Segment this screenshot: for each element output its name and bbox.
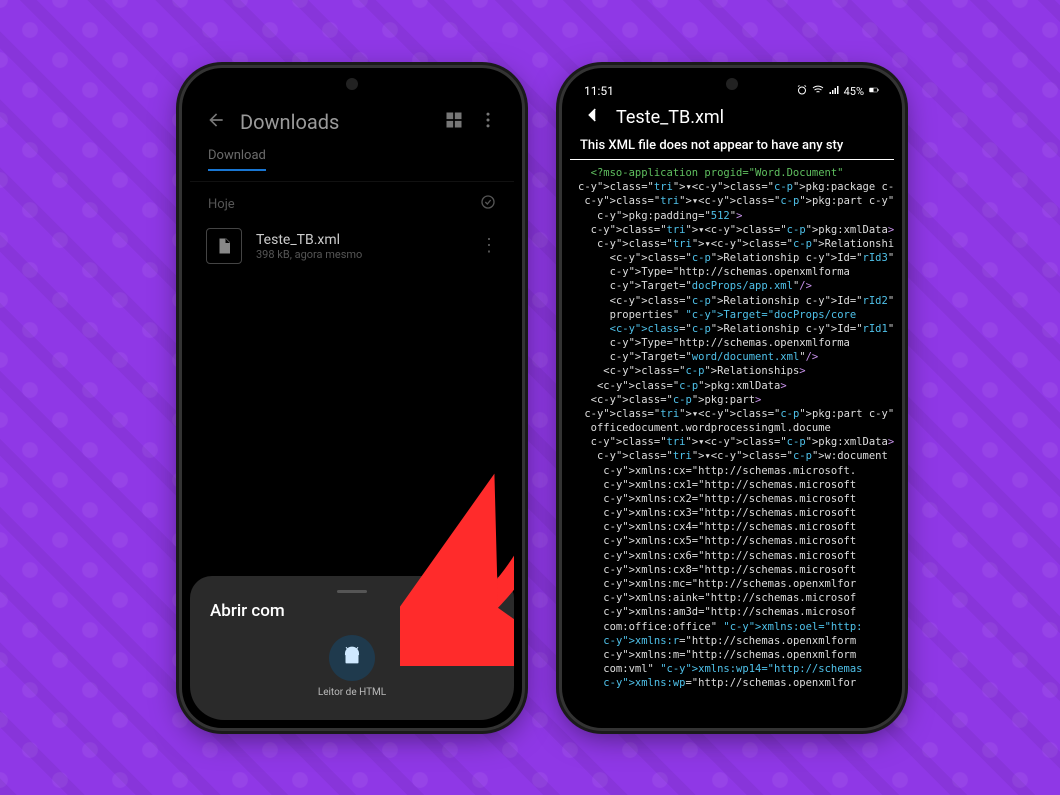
signal-icon (828, 84, 840, 99)
phone-left: Downloads Download Hoje Teste_TB.xml 398… (182, 68, 522, 728)
downloads-header: Downloads (190, 96, 514, 142)
more-icon[interactable] (478, 110, 498, 134)
xml-title: Teste_TB.xml (616, 107, 724, 128)
camera-notch (346, 78, 358, 90)
xml-code-view[interactable]: <?mso-application progid="Word.Document"… (570, 160, 894, 696)
tab-download[interactable]: Download (208, 148, 266, 171)
date-group-label: Hoje (208, 197, 235, 212)
document-icon (206, 228, 242, 264)
alarm-icon (796, 84, 808, 99)
grid-view-icon[interactable] (444, 110, 464, 134)
file-meta: 398 kB, agora mesmo (256, 248, 466, 261)
battery-text: 45% (844, 85, 864, 98)
wifi-icon (812, 84, 824, 99)
tabs-row: Download (190, 142, 514, 182)
open-with-title: Abrir com (210, 601, 496, 621)
date-group-header: Hoje (190, 182, 514, 218)
phone-left-screen: Downloads Download Hoje Teste_TB.xml 398… (190, 76, 514, 720)
open-with-sheet: Abrir com Leitor de HTML (190, 576, 514, 720)
downloads-title: Downloads (240, 110, 430, 134)
file-more-icon[interactable]: ⋮ (480, 241, 498, 251)
file-name: Teste_TB.xml (256, 232, 466, 248)
phone-right-screen: 11:51 45% Teste_TB.xml This XML file doe… (570, 76, 894, 720)
file-row[interactable]: Teste_TB.xml 398 kB, agora mesmo ⋮ (190, 218, 514, 274)
camera-notch (726, 78, 738, 90)
xml-viewer-header: Teste_TB.xml (570, 102, 894, 132)
sheet-grip[interactable] (337, 590, 367, 593)
check-circle-icon[interactable] (480, 194, 496, 214)
xml-warning: This XML file does not appear to have an… (570, 132, 894, 160)
back-icon[interactable] (206, 110, 226, 134)
android-icon (329, 635, 375, 681)
app-label: Leitor de HTML (318, 687, 386, 698)
status-time: 11:51 (584, 84, 614, 98)
back-icon[interactable] (584, 106, 602, 128)
phone-right: 11:51 45% Teste_TB.xml This XML file doe… (562, 68, 902, 728)
battery-icon (868, 84, 880, 99)
app-choice-html-viewer[interactable]: Leitor de HTML (315, 635, 389, 698)
